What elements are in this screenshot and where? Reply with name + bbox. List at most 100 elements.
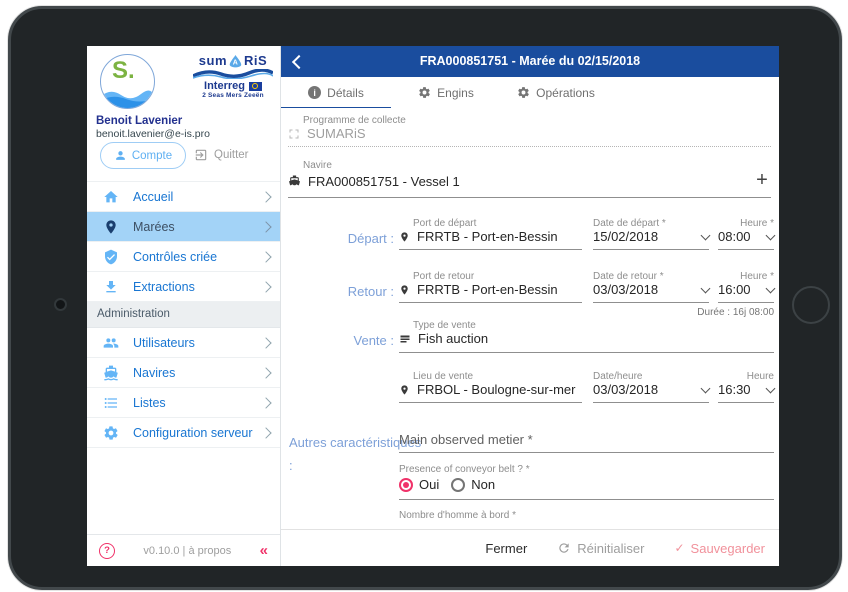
quit-button[interactable]: Quitter: [194, 142, 249, 167]
metier-placeholder: Main observed metier *: [399, 432, 533, 447]
program-label: Programme de collecte: [303, 115, 406, 126]
departure-date-field[interactable]: 15/02/2018: [593, 229, 711, 244]
sidebar-item-navires[interactable]: Navires: [87, 358, 280, 388]
person-icon: [116, 151, 125, 160]
chevron-right-icon: [260, 250, 272, 263]
chevron-right-icon: [260, 366, 272, 379]
tab-label: Détails: [327, 85, 364, 100]
close-button-label: Fermer: [485, 540, 528, 556]
account-button[interactable]: Compte: [100, 142, 186, 169]
departure-time-label: Heure *: [740, 218, 774, 229]
add-vessel-button[interactable]: +: [753, 170, 771, 190]
departure-date-underline: [593, 249, 709, 250]
sidebar-item-label: Accueil: [133, 189, 174, 204]
return-port-field[interactable]: FRRTB - Port-en-Bessin: [399, 282, 558, 297]
boat-icon: [104, 365, 118, 380]
frame-corners-icon: [289, 129, 299, 138]
home-button[interactable]: [792, 286, 830, 324]
radio-oui[interactable]: [399, 477, 413, 492]
chevron-down-icon: [700, 230, 711, 240]
sidebar-item-accueil[interactable]: Accueil: [87, 182, 280, 212]
sidebar-item-listes[interactable]: Listes: [87, 388, 280, 418]
program-field: SUMARiS: [288, 126, 366, 141]
departure-port-underline: [399, 249, 582, 250]
front-camera: [54, 298, 67, 311]
return-section-label: Retour :: [347, 284, 394, 299]
sidebar-item-configuration-serveur[interactable]: Configuration serveur: [87, 418, 280, 448]
sale-type-field[interactable]: Fish auction: [399, 331, 488, 346]
radio-non[interactable]: [451, 477, 466, 492]
people-icon: [103, 337, 119, 348]
app-version[interactable]: v0.10.0 | à propos: [115, 545, 260, 557]
chevron-down-icon: [700, 283, 711, 293]
chevron-right-icon: [260, 396, 272, 409]
quit-button-label: Quitter: [214, 148, 249, 161]
form-actions: Fermer Réinitialiser ✓ Sauvegarder: [281, 529, 779, 566]
ray-fish-icon: A: [229, 55, 242, 68]
sidebar-item-label: Contrôles criée: [133, 249, 218, 264]
trip-duration: Durée : 16j 08:00: [697, 307, 774, 318]
return-port-value: FRRTB - Port-en-Bessin: [417, 282, 558, 297]
collapse-sidebar-icon[interactable]: «: [260, 542, 268, 559]
sidebar-item-label: Extractions: [133, 279, 195, 294]
sidebar-item-utilisateurs[interactable]: Utilisateurs: [87, 328, 280, 358]
check-icon: ✓: [674, 541, 685, 555]
return-date-field[interactable]: 03/03/2018: [593, 282, 711, 297]
conveyor-label: Presence of conveyor belt ? *: [399, 464, 530, 475]
vessel-field[interactable]: FRA000851751 - Vessel 1: [288, 174, 460, 189]
sale-date-value: 03/03/2018: [593, 382, 659, 397]
sidebar-item-controles-criee[interactable]: Contrôles criée: [87, 242, 280, 272]
download-icon: [106, 280, 116, 292]
metier-underline: [399, 452, 774, 453]
return-time-field[interactable]: 16:00: [718, 282, 776, 297]
vessel-underline: [288, 197, 771, 198]
sidebar-item-marees[interactable]: Marées: [87, 212, 280, 242]
toolbar: FRA000851751 - Marée du 02/15/2018: [281, 46, 779, 77]
vessel-value: FRA000851751 - Vessel 1: [308, 174, 460, 189]
tab-engins[interactable]: Engins: [391, 77, 501, 108]
return-time-value: 16:00: [718, 282, 751, 297]
sidebar-item-label: Listes: [133, 395, 166, 410]
sale-time-field[interactable]: 16:30: [718, 382, 776, 397]
gear-icon: [518, 87, 529, 98]
sale-type-label: Type de vente: [413, 320, 476, 331]
chevron-right-icon: [260, 190, 272, 203]
home-icon: [104, 190, 118, 202]
sale-date-field[interactable]: 03/03/2018: [593, 382, 711, 397]
departure-time-field[interactable]: 08:00: [718, 229, 776, 244]
sale-place-value: FRBOL - Boulogne-sur-mer: [417, 382, 576, 397]
sale-time-underline: [718, 402, 774, 403]
crew-label: Nombre d'homme à bord *: [399, 510, 516, 521]
sidebar-item-label: Marées: [133, 219, 175, 234]
pin-icon: [106, 219, 116, 234]
return-time-label: Heure *: [740, 271, 774, 282]
close-button[interactable]: Fermer: [485, 541, 527, 556]
boat-icon: [289, 175, 300, 186]
brand-wave-graphic: [193, 69, 273, 79]
sale-place-field[interactable]: FRBOL - Boulogne-sur-mer: [399, 382, 575, 397]
sidebar-item-label: Configuration serveur: [133, 425, 253, 440]
brand-text-prefix: sum: [198, 53, 228, 68]
help-icon[interactable]: ?: [99, 542, 115, 559]
sidebar-item-extractions[interactable]: Extractions: [87, 272, 280, 302]
metier-field[interactable]: Main observed metier *: [399, 432, 533, 447]
user-name: Benoit Lavenier: [96, 115, 183, 127]
tab-label: Engins: [437, 85, 474, 100]
radio-non-label[interactable]: Non: [471, 477, 495, 492]
chevron-right-icon: [260, 280, 272, 293]
reset-button[interactable]: Réinitialiser: [557, 541, 644, 556]
save-button[interactable]: ✓ Sauvegarder: [674, 541, 765, 556]
pin-icon: [401, 231, 408, 242]
tab-details[interactable]: i Détails: [281, 77, 391, 108]
chevron-down-icon: [700, 383, 711, 393]
gear-icon: [104, 425, 118, 440]
tab-operations[interactable]: Opérations: [501, 77, 611, 108]
radio-oui-label[interactable]: Oui: [419, 477, 439, 492]
eu-flag-icon: [248, 81, 262, 91]
chevron-right-icon: [260, 426, 272, 439]
other-section-label: Autres caractéristiques: [289, 435, 422, 450]
other-section-colon: :: [289, 458, 293, 473]
departure-port-field[interactable]: FRRTB - Port-en-Bessin: [399, 229, 558, 244]
return-port-underline: [399, 302, 582, 303]
account-button-label: Compte: [131, 149, 173, 162]
